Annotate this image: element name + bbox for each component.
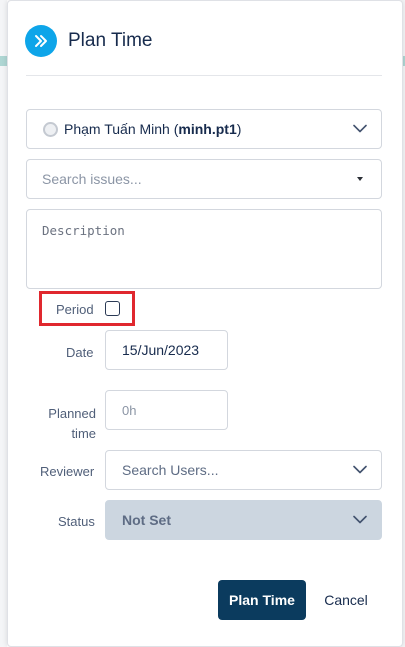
reviewer-placeholder: Search Users... [122,462,219,478]
status-value: Not Set [122,512,171,528]
description-textarea[interactable]: Description [26,209,382,289]
chevron-down-icon [353,124,367,133]
issue-search-placeholder: Search issues... [42,171,142,187]
status-label: Status [58,514,95,529]
header-divider [26,75,382,76]
avatar [43,121,58,137]
chevron-down-icon [353,515,367,524]
caret-down-icon [357,177,363,181]
backdrop-accent-left [0,56,7,66]
issue-search-select[interactable]: Search issues... [26,159,382,199]
date-input[interactable]: 15/Jun/2023 [105,330,228,370]
chevron-down-icon [353,465,367,474]
page-backdrop-left [0,0,7,647]
reviewer-select[interactable]: Search Users... [105,450,382,490]
dialog-header: Plan Time [25,24,152,58]
cancel-button[interactable]: Cancel [316,580,376,620]
user-full-name: Phạm Tuấn Minh [64,121,170,137]
status-select[interactable]: Not Set [105,500,382,540]
planned-time-label: Planned time [48,406,96,441]
date-label: Date [66,345,94,360]
plan-time-button[interactable]: Plan Time [218,580,306,620]
dialog-title: Plan Time [68,30,153,51]
date-value: 15/Jun/2023 [122,342,200,358]
user-username: minh.pt1 [178,121,237,137]
planned-time-input[interactable]: 0h [105,390,228,430]
user-select[interactable]: Phạm Tuấn Minh (minh.pt1) [26,109,382,149]
description-placeholder: Description [42,223,125,238]
plan-time-dialog: Plan Time Phạm Tuấn Minh (minh.pt1) Sear… [7,0,403,647]
period-label: Period [56,302,94,317]
period-checkbox[interactable] [105,301,120,316]
planned-time-placeholder: 0h [122,402,137,418]
user-display: Phạm Tuấn Minh (minh.pt1) [64,121,242,137]
double-chevron-right-icon [25,25,57,57]
reviewer-label: Reviewer [40,464,95,479]
